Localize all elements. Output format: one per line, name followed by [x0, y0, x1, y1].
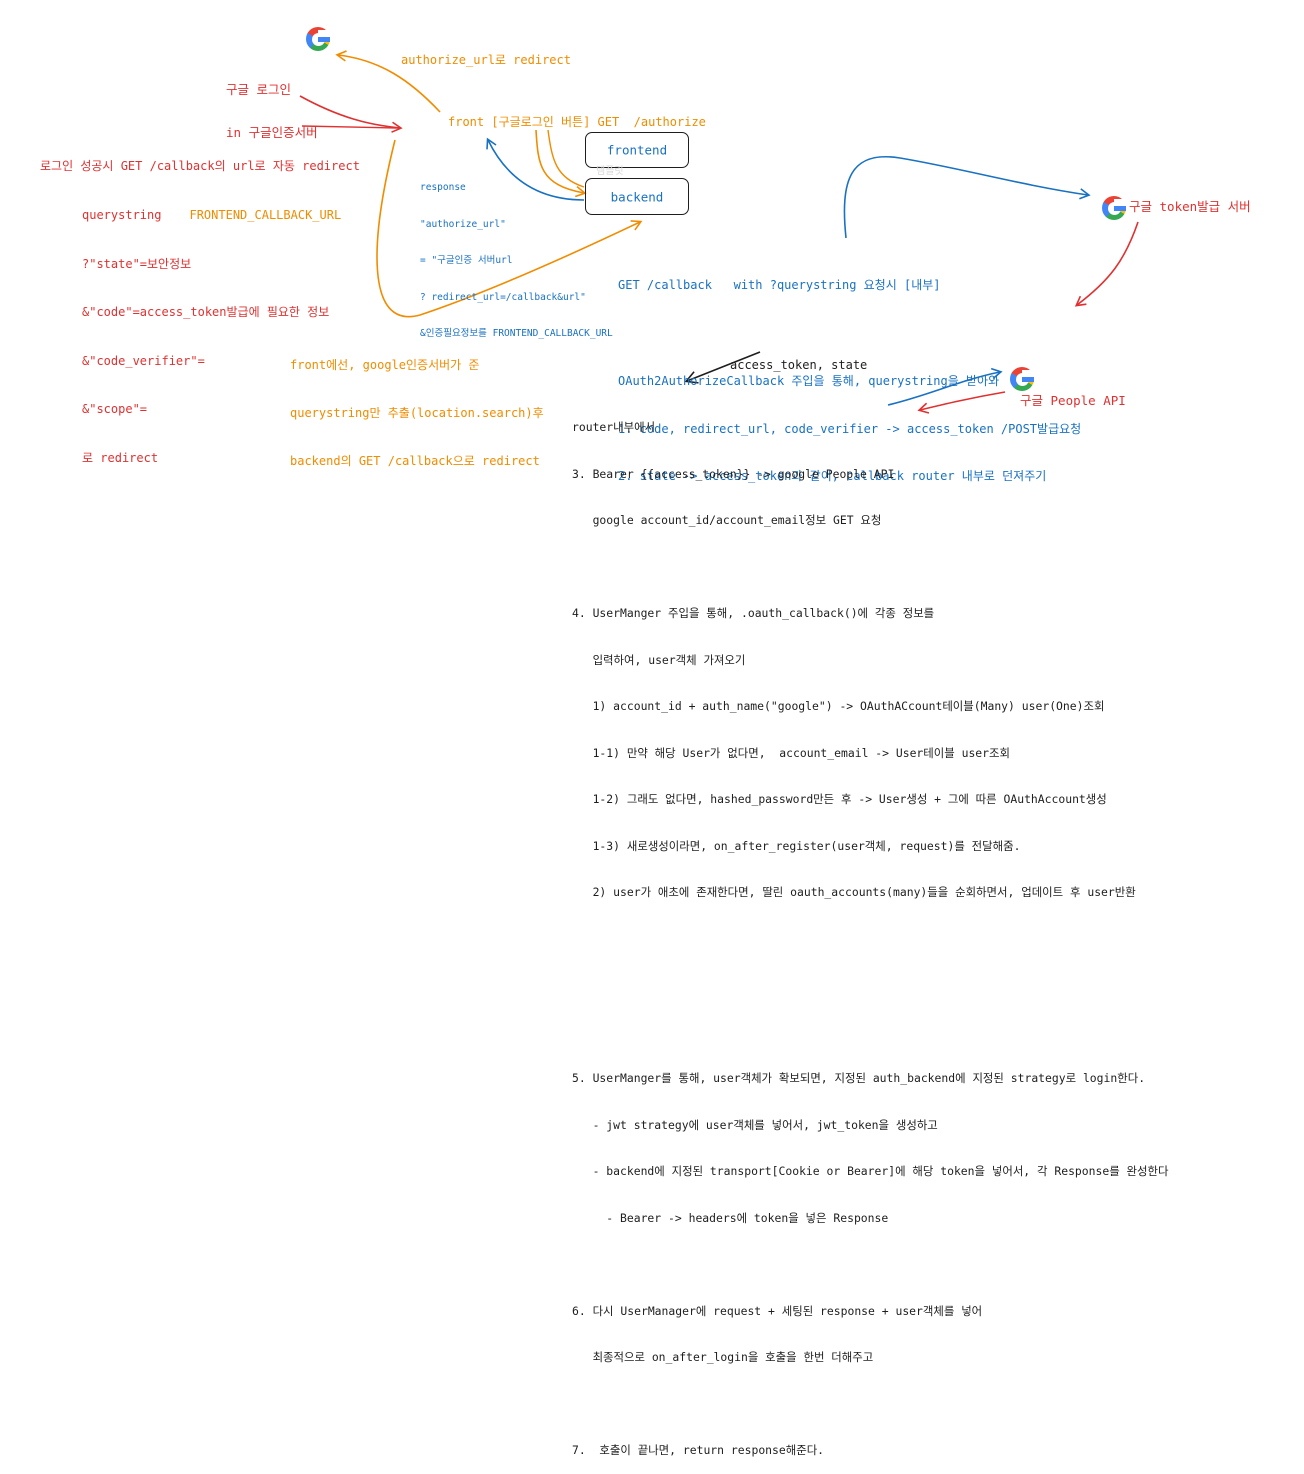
step-line: ​ — [572, 1397, 1168, 1413]
step-line: 최종적으로 on_after_login을 호출을 한번 더해주고 — [572, 1350, 874, 1364]
step-line: ​ — [572, 1257, 1168, 1273]
step-line: 1-2) 그래도 없다면, hashed_password만든 후 -> Use… — [572, 792, 1107, 806]
step-line: 입력하여, user객체 가져오기 — [572, 652, 746, 667]
step-line: - backend에 지정된 transport[Cookie or Beare… — [572, 1164, 1169, 1178]
step-line: 6. 다시 UserManager에 request + 세팅된 respons… — [572, 1303, 983, 1318]
steps-block: router내부에서 3. Bearer {{access_token}} ->… — [572, 389, 1168, 1474]
step-line: google account_id/account_email정보 GET 요청 — [572, 513, 882, 527]
step-line: router내부에서 — [572, 420, 656, 434]
step-line: 2) user가 애초에 존재한다면, 딸린 oauth_accounts(ma… — [572, 885, 1136, 899]
step-line: ​ — [572, 560, 1168, 576]
step-line: ​ — [572, 932, 1168, 948]
step-line: 7. 호출이 끝나면, return response해준다. — [572, 1443, 825, 1457]
google-logo-icon — [306, 27, 330, 51]
front-button-label: front [구글로그인 버튼] GET /authorize — [448, 115, 706, 129]
step-line: ​ — [572, 978, 1168, 994]
token-response-arrow — [1074, 221, 1139, 307]
step-line: 1-1) 만약 해당 User가 없다면, account_email -> U… — [572, 745, 1010, 760]
token-request-arrow — [843, 155, 1091, 239]
access-token-label: access_token, state — [730, 358, 868, 372]
front-callback-note: front에선, google인증서버가 준 querystring만 추출(l… — [290, 357, 544, 468]
step-line: 3. Bearer {{access_token}} -> google Peo… — [572, 466, 895, 481]
authorize-redirect-label: authorize_url로 redirect — [401, 53, 571, 67]
google-logo-icon — [1102, 196, 1126, 220]
step-line: - jwt strategy에 user객체를 넣어서, jwt_token을 … — [572, 1117, 938, 1132]
step-line: 1-3) 새로생성이라면, on_after_register(user객체, … — [572, 838, 1021, 853]
step-line: 4. UserManger 주입을 통해, .oauth_callback()에… — [572, 606, 935, 620]
step-line: 1) account_id + auth_name("google") -> O… — [572, 699, 1105, 713]
google-token-server-label: 구글 token발급 서버 — [1129, 199, 1251, 214]
response-note: response "authorize_url" = "구글인증 서버url ?… — [420, 182, 613, 340]
step-line: 5. UserManger를 통해, user객체가 확보되면, 지정된 aut… — [572, 1071, 1146, 1085]
step-line: ​ — [572, 1025, 1168, 1041]
step-line: - Bearer -> headers에 token을 넣은 Response — [572, 1210, 889, 1225]
